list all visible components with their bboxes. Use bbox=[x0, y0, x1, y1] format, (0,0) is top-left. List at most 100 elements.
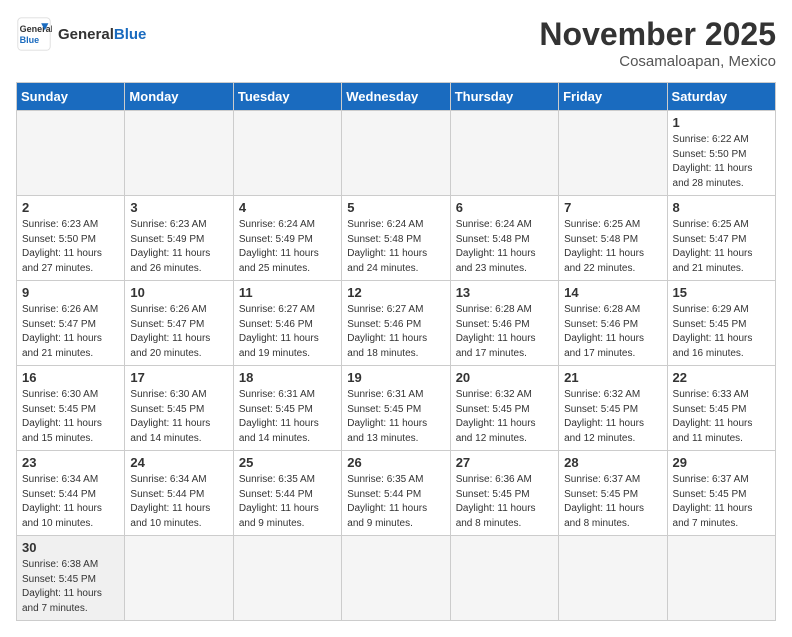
calendar-cell: 24 Sunrise: 6:34 AM Sunset: 5:44 PM Dayli… bbox=[125, 451, 233, 536]
calendar-table: SundayMondayTuesdayWednesdayThursdayFrid… bbox=[16, 82, 776, 621]
day-info: Sunrise: 6:38 AM Sunset: 5:45 PM Dayligh… bbox=[22, 558, 119, 616]
day-number: 18 bbox=[239, 370, 336, 385]
calendar-cell: 16 Sunrise: 6:30 AM Sunset: 5:45 PM Dayli… bbox=[17, 366, 125, 451]
day-info: Sunrise: 6:25 AM Sunset: 5:47 PM Dayligh… bbox=[673, 218, 770, 276]
day-info: Sunrise: 6:27 AM Sunset: 5:46 PM Dayligh… bbox=[239, 303, 336, 361]
day-number: 28 bbox=[564, 455, 661, 470]
logo-icon: General Blue bbox=[16, 16, 52, 52]
page-header: General Blue GeneralBlue November 2025 C… bbox=[16, 16, 776, 70]
day-info: Sunrise: 6:34 AM Sunset: 5:44 PM Dayligh… bbox=[22, 473, 119, 531]
calendar-cell: 5Sunrise: 6:24 AM Sunset: 5:48 PM Daylig… bbox=[342, 196, 450, 281]
day-info: Sunrise: 6:35 AM Sunset: 5:44 PM Dayligh… bbox=[347, 473, 444, 531]
day-number: 1 bbox=[673, 115, 770, 130]
day-number: 25 bbox=[239, 455, 336, 470]
calendar-cell bbox=[559, 111, 667, 196]
calendar-cell: 28Sunrise: 6:37 AM Sunset: 5:45 PM Dayli… bbox=[559, 451, 667, 536]
day-info: Sunrise: 6:31 AM Sunset: 5:45 PM Dayligh… bbox=[239, 388, 336, 446]
day-number: 6 bbox=[456, 200, 553, 215]
day-number: 24 bbox=[130, 455, 227, 470]
calendar-cell: 9 Sunrise: 6:26 AM Sunset: 5:47 PM Daylig… bbox=[17, 281, 125, 366]
day-number: 17 bbox=[130, 370, 227, 385]
calendar-cell bbox=[667, 536, 775, 621]
day-number: 8 bbox=[673, 200, 770, 215]
weekday-tuesday: Tuesday bbox=[233, 83, 341, 111]
calendar-cell bbox=[342, 536, 450, 621]
day-number: 16 bbox=[22, 370, 119, 385]
calendar-week-4: 16 Sunrise: 6:30 AM Sunset: 5:45 PM Dayli… bbox=[17, 366, 776, 451]
calendar-cell: 17Sunrise: 6:30 AM Sunset: 5:45 PM Dayli… bbox=[125, 366, 233, 451]
day-info: Sunrise: 6:28 AM Sunset: 5:46 PM Dayligh… bbox=[564, 303, 661, 361]
day-number: 29 bbox=[673, 455, 770, 470]
calendar-cell bbox=[233, 111, 341, 196]
weekday-header-row: SundayMondayTuesdayWednesdayThursdayFrid… bbox=[17, 83, 776, 111]
day-number: 21 bbox=[564, 370, 661, 385]
svg-text:Blue: Blue bbox=[20, 35, 40, 45]
calendar-week-6: 30 Sunrise: 6:38 AM Sunset: 5:45 PM Dayli… bbox=[17, 536, 776, 621]
calendar-cell: 10Sunrise: 6:26 AM Sunset: 5:47 PM Dayli… bbox=[125, 281, 233, 366]
month-title: November 2025 bbox=[539, 16, 776, 53]
calendar-cell: 30 Sunrise: 6:38 AM Sunset: 5:45 PM Dayli… bbox=[17, 536, 125, 621]
day-number: 27 bbox=[456, 455, 553, 470]
calendar-cell bbox=[450, 111, 558, 196]
day-info: Sunrise: 6:32 AM Sunset: 5:45 PM Dayligh… bbox=[564, 388, 661, 446]
calendar-cell bbox=[342, 111, 450, 196]
calendar-cell: 20Sunrise: 6:32 AM Sunset: 5:45 PM Dayli… bbox=[450, 366, 558, 451]
weekday-friday: Friday bbox=[559, 83, 667, 111]
day-number: 19 bbox=[347, 370, 444, 385]
day-number: 9 bbox=[22, 285, 119, 300]
weekday-monday: Monday bbox=[125, 83, 233, 111]
calendar-cell bbox=[559, 536, 667, 621]
calendar-cell: 11 Sunrise: 6:27 AM Sunset: 5:46 PM Dayli… bbox=[233, 281, 341, 366]
day-number: 23 bbox=[22, 455, 119, 470]
calendar-cell: 22Sunrise: 6:33 AM Sunset: 5:45 PM Dayli… bbox=[667, 366, 775, 451]
calendar-cell bbox=[450, 536, 558, 621]
calendar-cell: 7Sunrise: 6:25 AM Sunset: 5:48 PM Daylig… bbox=[559, 196, 667, 281]
calendar-cell bbox=[233, 536, 341, 621]
calendar-cell: 19 Sunrise: 6:31 AM Sunset: 5:45 PM Dayli… bbox=[342, 366, 450, 451]
day-info: Sunrise: 6:30 AM Sunset: 5:45 PM Dayligh… bbox=[22, 388, 119, 446]
calendar-cell: 2Sunrise: 6:23 AM Sunset: 5:50 PM Daylig… bbox=[17, 196, 125, 281]
day-info: Sunrise: 6:24 AM Sunset: 5:48 PM Dayligh… bbox=[456, 218, 553, 276]
day-number: 30 bbox=[22, 540, 119, 555]
day-info: Sunrise: 6:22 AM Sunset: 5:50 PM Dayligh… bbox=[673, 133, 770, 191]
day-info: Sunrise: 6:23 AM Sunset: 5:49 PM Dayligh… bbox=[130, 218, 227, 276]
calendar-week-3: 9 Sunrise: 6:26 AM Sunset: 5:47 PM Daylig… bbox=[17, 281, 776, 366]
calendar-cell bbox=[17, 111, 125, 196]
day-info: Sunrise: 6:27 AM Sunset: 5:46 PM Dayligh… bbox=[347, 303, 444, 361]
calendar-cell: 29 Sunrise: 6:37 AM Sunset: 5:45 PM Dayli… bbox=[667, 451, 775, 536]
calendar-cell: 14 Sunrise: 6:28 AM Sunset: 5:46 PM Dayli… bbox=[559, 281, 667, 366]
weekday-thursday: Thursday bbox=[450, 83, 558, 111]
calendar-cell: 25 Sunrise: 6:35 AM Sunset: 5:44 PM Dayli… bbox=[233, 451, 341, 536]
day-number: 26 bbox=[347, 455, 444, 470]
weekday-saturday: Saturday bbox=[667, 83, 775, 111]
calendar-cell: 18 Sunrise: 6:31 AM Sunset: 5:45 PM Dayli… bbox=[233, 366, 341, 451]
day-info: Sunrise: 6:35 AM Sunset: 5:44 PM Dayligh… bbox=[239, 473, 336, 531]
calendar-week-5: 23 Sunrise: 6:34 AM Sunset: 5:44 PM Dayli… bbox=[17, 451, 776, 536]
calendar-cell: 3Sunrise: 6:23 AM Sunset: 5:49 PM Daylig… bbox=[125, 196, 233, 281]
calendar-cell: 8 Sunrise: 6:25 AM Sunset: 5:47 PM Daylig… bbox=[667, 196, 775, 281]
calendar-cell: 6 Sunrise: 6:24 AM Sunset: 5:48 PM Daylig… bbox=[450, 196, 558, 281]
day-info: Sunrise: 6:37 AM Sunset: 5:45 PM Dayligh… bbox=[673, 473, 770, 531]
weekday-wednesday: Wednesday bbox=[342, 83, 450, 111]
day-number: 11 bbox=[239, 285, 336, 300]
day-info: Sunrise: 6:34 AM Sunset: 5:44 PM Dayligh… bbox=[130, 473, 227, 531]
calendar-week-1: 1 Sunrise: 6:22 AM Sunset: 5:50 PM Daylig… bbox=[17, 111, 776, 196]
calendar-cell: 4Sunrise: 6:24 AM Sunset: 5:49 PM Daylig… bbox=[233, 196, 341, 281]
day-number: 22 bbox=[673, 370, 770, 385]
calendar-cell: 12 Sunrise: 6:27 AM Sunset: 5:46 PM Dayli… bbox=[342, 281, 450, 366]
day-info: Sunrise: 6:29 AM Sunset: 5:45 PM Dayligh… bbox=[673, 303, 770, 361]
day-info: Sunrise: 6:24 AM Sunset: 5:49 PM Dayligh… bbox=[239, 218, 336, 276]
weekday-sunday: Sunday bbox=[17, 83, 125, 111]
calendar-cell bbox=[125, 536, 233, 621]
logo: General Blue GeneralBlue bbox=[16, 16, 146, 52]
day-info: Sunrise: 6:26 AM Sunset: 5:47 PM Dayligh… bbox=[22, 303, 119, 361]
calendar-cell: 15Sunrise: 6:29 AM Sunset: 5:45 PM Dayli… bbox=[667, 281, 775, 366]
logo-text: GeneralBlue bbox=[58, 26, 146, 43]
calendar-cell: 21 Sunrise: 6:32 AM Sunset: 5:45 PM Dayli… bbox=[559, 366, 667, 451]
day-info: Sunrise: 6:32 AM Sunset: 5:45 PM Dayligh… bbox=[456, 388, 553, 446]
day-info: Sunrise: 6:25 AM Sunset: 5:48 PM Dayligh… bbox=[564, 218, 661, 276]
day-number: 14 bbox=[564, 285, 661, 300]
day-info: Sunrise: 6:31 AM Sunset: 5:45 PM Dayligh… bbox=[347, 388, 444, 446]
calendar-cell bbox=[125, 111, 233, 196]
day-number: 12 bbox=[347, 285, 444, 300]
